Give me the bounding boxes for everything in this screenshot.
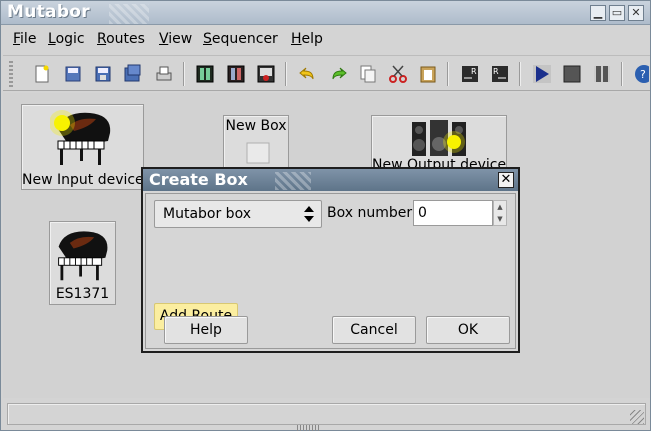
box-new[interactable]: New Box: [223, 115, 289, 175]
box-number-field[interactable]: 0: [413, 200, 493, 226]
updown-arrows-icon: [304, 206, 314, 222]
bottom-decoration: [297, 425, 321, 431]
dialog-title-bar[interactable]: Create Box ✕: [143, 169, 518, 191]
play-icon[interactable]: [531, 63, 553, 85]
box-icon: [246, 142, 270, 164]
new-file-icon[interactable]: [31, 63, 53, 85]
title-bar[interactable]: Mutabor ▁ ▭ ✕: [1, 1, 650, 25]
dialog-title-decoration: [275, 172, 311, 190]
create-box-dialog: Create Box ✕ Mutabor box Box number 0 ▲ ▼…: [141, 167, 520, 353]
pause-icon[interactable]: [591, 63, 613, 85]
open-file-icon[interactable]: [62, 63, 84, 85]
route-load-icon[interactable]: R: [459, 63, 481, 85]
save-icon[interactable]: [92, 63, 114, 85]
cancel-button[interactable]: Cancel: [332, 316, 416, 344]
redo-icon[interactable]: [327, 63, 349, 85]
svg-text:R: R: [493, 67, 499, 76]
help-icon[interactable]: ?: [633, 63, 649, 85]
svg-text:R: R: [471, 67, 477, 76]
maximize-icon[interactable]: ▭: [609, 5, 625, 21]
output-device-new[interactable]: New Output device: [371, 115, 507, 173]
input-device-es1371[interactable]: ES1371: [49, 221, 116, 305]
toolbar-separator: [183, 62, 185, 86]
menu-view[interactable]: View: [159, 31, 192, 47]
cut-icon[interactable]: [387, 63, 409, 85]
logic-stop-icon[interactable]: [255, 63, 277, 85]
box-type-value: Mutabor box: [163, 206, 251, 222]
resize-grip-icon[interactable]: [630, 410, 644, 424]
box-number-label: Box number: [327, 205, 413, 221]
stop-icon[interactable]: [561, 63, 583, 85]
undo-icon[interactable]: [297, 63, 319, 85]
grand-piano-icon: [58, 231, 108, 281]
window-title: Mutabor: [7, 2, 90, 22]
copy-icon[interactable]: [357, 63, 379, 85]
device-label: New Input device: [22, 172, 144, 188]
toolbar-separator: [447, 62, 449, 86]
title-decoration: [109, 4, 149, 24]
cancel-button-label: Cancel: [350, 322, 398, 338]
dialog-title: Create Box: [149, 170, 248, 189]
print-icon[interactable]: [153, 63, 175, 85]
box-type-select[interactable]: Mutabor box: [154, 200, 322, 228]
menu-routes[interactable]: Routes: [97, 31, 145, 47]
toolbar-grip-icon[interactable]: [9, 61, 13, 87]
box-label: New Box: [225, 118, 287, 134]
box-number-stepper[interactable]: ▲ ▼: [493, 200, 507, 226]
ok-button-label: OK: [457, 322, 479, 338]
input-device-new[interactable]: New Input device: [21, 104, 144, 190]
toolbar: R R ?: [3, 55, 650, 91]
dialog-close-icon[interactable]: ✕: [498, 172, 514, 188]
toolbar-separator: [285, 62, 287, 86]
speakers-icon: [412, 120, 466, 156]
dialog-body: Mutabor box Box number 0 ▲▼ Add Route He…: [145, 193, 516, 349]
menu-file[interactable]: File: [13, 31, 36, 47]
minimize-icon[interactable]: ▁: [590, 5, 606, 21]
menu-sequencer[interactable]: Sequencer: [203, 31, 278, 47]
menu-logic[interactable]: Logic: [48, 31, 85, 47]
help-button-label: Help: [190, 322, 222, 338]
save-as-icon[interactable]: [122, 63, 144, 85]
svg-text:?: ?: [640, 68, 646, 81]
toolbar-separator: [621, 62, 623, 86]
status-bar: [7, 403, 646, 425]
box-number-value: 0: [418, 205, 427, 221]
help-button[interactable]: Help: [164, 316, 248, 344]
logic-activate-icon[interactable]: [225, 63, 247, 85]
menu-help[interactable]: Help: [291, 31, 323, 47]
close-icon[interactable]: ✕: [628, 5, 644, 21]
ok-button[interactable]: OK: [426, 316, 510, 344]
route-save-icon[interactable]: R: [489, 63, 511, 85]
menu-bar: File Logic Routes View Sequencer Help: [1, 27, 650, 53]
grand-piano-icon: [50, 110, 111, 165]
logic-compile-icon[interactable]: [194, 63, 216, 85]
paste-icon[interactable]: [417, 63, 439, 85]
device-label: ES1371: [55, 286, 110, 302]
toolbar-separator: [519, 62, 521, 86]
